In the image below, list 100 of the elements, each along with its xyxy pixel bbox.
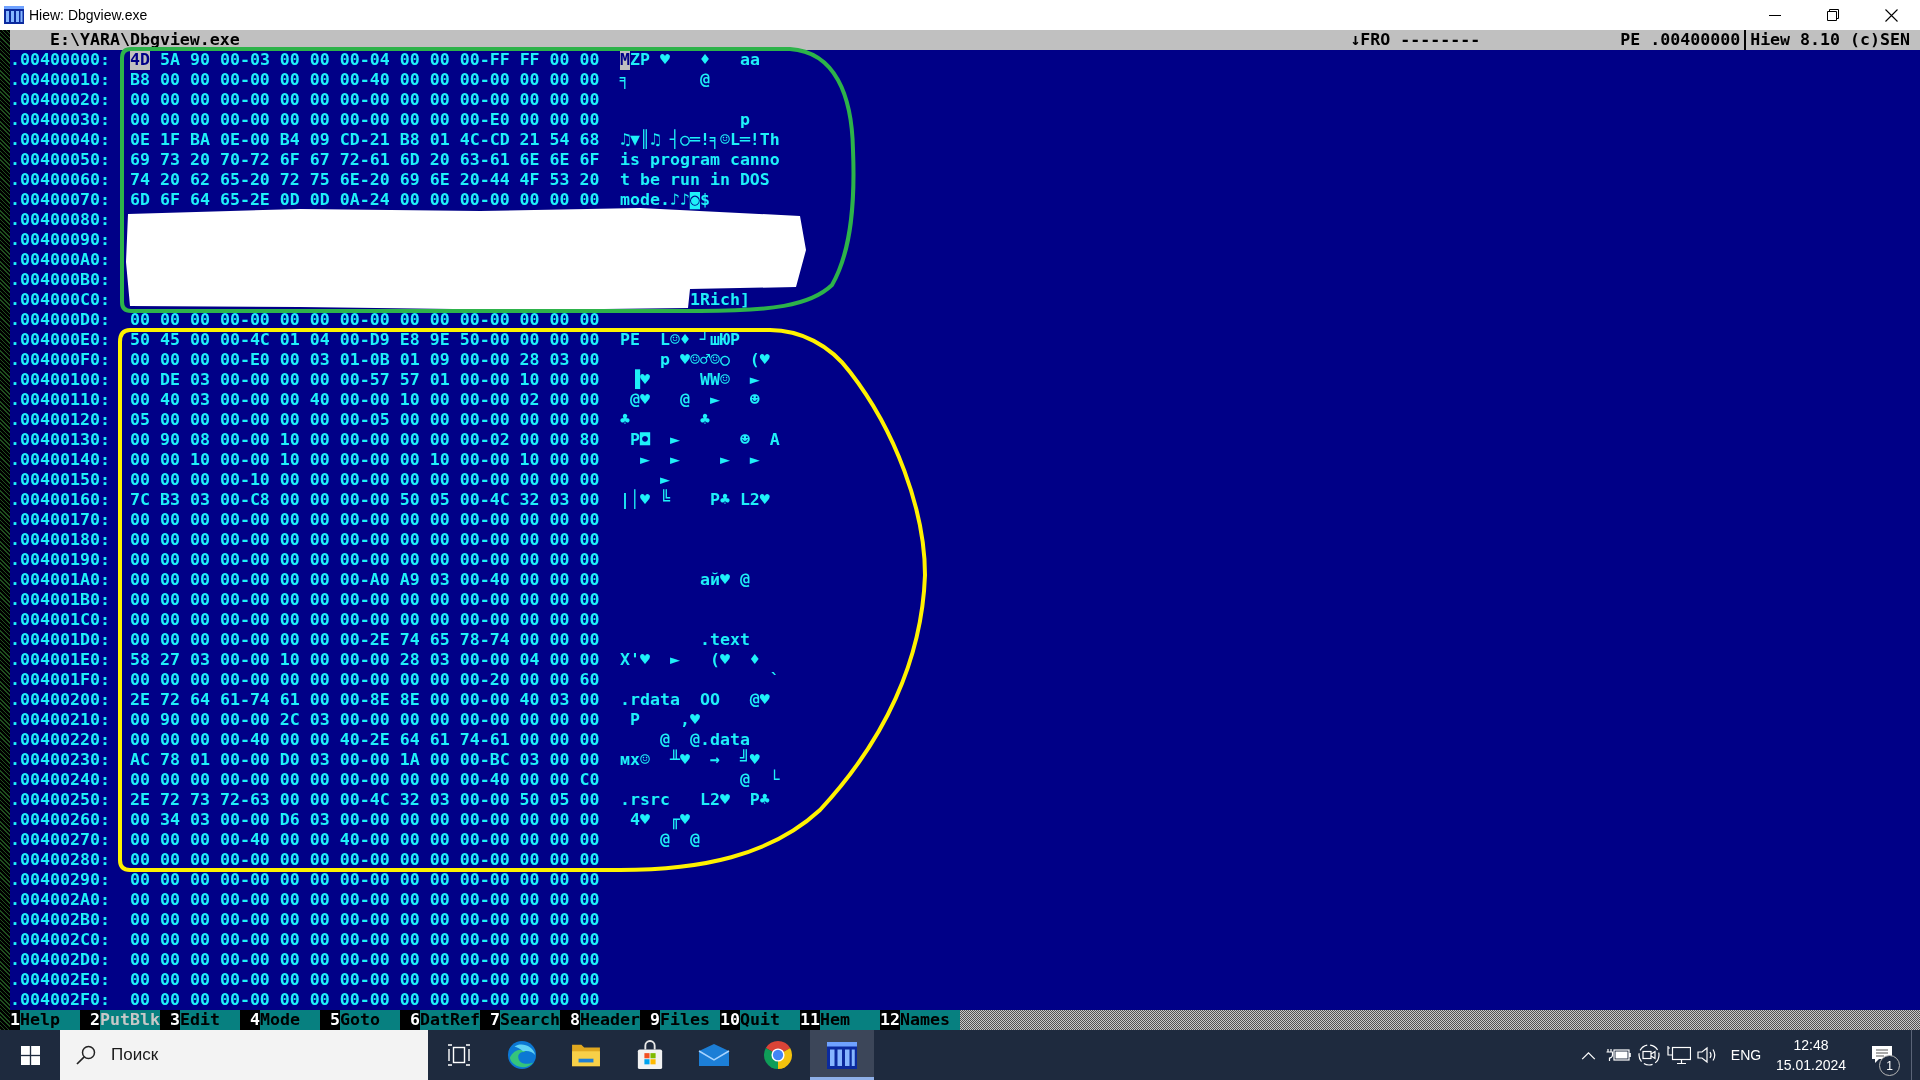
key-number: 12 <box>880 1010 900 1030</box>
ascii-text: X'♥ ► (♥ ♦ <box>620 650 760 670</box>
window-title: Hiew: Dbgview.exe <box>29 5 148 25</box>
ascii-text: ` <box>768 670 780 690</box>
hex-bytes: 5A 90 00-03 00 00 00-04 00 00 00-FF FF 00 00 <box>160 50 600 70</box>
notification-count: 1 <box>1879 1055 1900 1076</box>
key-number: 3 <box>169 1010 180 1030</box>
function-key[interactable]: Edit <box>180 1010 240 1030</box>
search-icon <box>76 1045 96 1065</box>
ascii-text: ► ► ► ► <box>638 450 760 470</box>
function-key[interactable]: Quit <box>740 1010 800 1030</box>
function-key[interactable]: Header <box>580 1010 640 1030</box>
address-label: .00400080: <box>10 210 111 230</box>
network-monitor-icon[interactable] <box>1666 1045 1691 1065</box>
address-label: .00400010: <box>10 70 111 90</box>
address-label: .00400180: <box>10 530 111 550</box>
address-label: .004002A0: <box>10 890 111 910</box>
address-label: .00400200: <box>10 690 111 710</box>
hex-bytes: 00 00 00 00-00 00 00 00-00 00 00 00-00 00 00 00 <box>130 610 600 630</box>
battery-plug-icon[interactable] <box>1605 1048 1631 1062</box>
function-key[interactable]: Mode <box>260 1010 320 1030</box>
key-number: 7 <box>489 1010 500 1030</box>
hex-bytes: 74 20 62 65-20 72 75 6E-20 69 6E 20-44 4F 53 20 <box>130 170 600 190</box>
hex-bytes: 2E 72 64 61-74 61 00 00-8E 8E 00 00-00 40 03 00 <box>130 690 600 710</box>
address-label: .00400260: <box>10 810 111 830</box>
hex-bytes: 7C B3 03 00-C8 00 00 00-00 50 05 00-4C 32 03 00 <box>130 490 600 510</box>
hex-bytes: 00 00 00 00-00 00 00 00-00 00 00 00-00 00 00 00 <box>130 970 600 990</box>
address-label: .004001F0: <box>10 670 111 690</box>
ascii-text: ▐♥ WW☺ ► <box>629 370 760 390</box>
hex-bytes: 00 40 03 00-00 00 40 00-00 10 00 00-00 02 00 00 <box>130 390 600 410</box>
address-label: .004002C0: <box>10 930 111 950</box>
address-label: .004002E0: <box>10 970 111 990</box>
key-number: 2 <box>89 1010 100 1030</box>
key-number: 5 <box>329 1010 340 1030</box>
hex-bytes: 00 00 00 00-00 00 00 00-00 00 00 00-00 00 00 00 <box>130 890 600 910</box>
ascii-text: 4♥ ╓♥ <box>629 810 690 830</box>
address-label: .004002B0: <box>10 910 111 930</box>
hex-bytes: 00 00 00 00-00 00 00 00-00 00 00 00-00 00 00 00 <box>130 510 600 530</box>
restore-icon <box>1827 9 1839 21</box>
ascii-text: p ♥☺♂☺○ (♥ <box>658 350 770 370</box>
taskbar-app-button[interactable] <box>810 1030 874 1080</box>
function-key[interactable]: Names <box>900 1010 960 1030</box>
clock-button[interactable]: 12:48 15.01.2024 <box>1769 1030 1853 1080</box>
stacked-frames-icon <box>447 1044 471 1066</box>
hex-bytes: 00 00 00 00-E0 00 03 01-0B 01 09 00-00 28 03 00 <box>130 350 600 370</box>
swirl-icon <box>507 1040 537 1070</box>
function-key[interactable]: Help <box>20 1010 80 1030</box>
segmented-circle-icon <box>763 1040 793 1070</box>
function-key[interactable]: Search <box>500 1010 560 1030</box>
language-indicator[interactable]: ENG <box>1730 1044 1762 1066</box>
chevron-up-icon[interactable] <box>1580 1050 1596 1060</box>
address-label: .00400210: <box>10 710 111 730</box>
cursor-char: M <box>620 50 630 70</box>
address-label: .00400090: <box>10 230 111 250</box>
ascii-text: p <box>738 110 750 129</box>
key-number: 11 <box>800 1010 820 1030</box>
address-label: .00400230: <box>10 750 111 770</box>
hex-bytes: 00 00 00 00-00 00 00 00-00 00 00 00-00 00 00 00 <box>130 930 600 950</box>
address-label: .00400190: <box>10 550 111 570</box>
folder-icon <box>571 1042 601 1068</box>
hex-bytes: 00 34 03 00-00 D6 03 00-00 00 00 00-00 00 00 00 <box>130 810 600 830</box>
address-label: .004000B0: <box>10 270 111 290</box>
mode-indicator: ↓FRO -------- <box>1350 30 1481 50</box>
ascii-text: 1Rich] <box>688 290 750 310</box>
hex-bytes: 00 00 00 00-00 00 00 00-00 00 00 00-00 00 00 00 <box>130 950 600 970</box>
function-key[interactable]: DatRef <box>420 1010 480 1030</box>
function-key[interactable]: Goto <box>340 1010 400 1030</box>
address-label: .00400270: <box>10 830 111 850</box>
address-label: .00400030: <box>10 110 111 130</box>
ascii-text: .text <box>698 630 750 650</box>
address-label: .00400250: <box>10 790 111 810</box>
version-label: Hiew 8.10 (c)SEN <box>1750 30 1910 50</box>
hex-bytes: 58 27 03 00-00 10 00 00-00 28 03 00-00 04 00 00 <box>130 650 600 670</box>
address-label: .004001D0: <box>10 630 111 650</box>
hex-bytes: 69 73 20 70-72 6F 67 72-61 6D 20 63-61 6E 6E 6F <box>130 150 600 170</box>
function-key[interactable]: Files <box>660 1010 720 1030</box>
function-key[interactable]: Hem <box>820 1010 880 1030</box>
hex-bytes: 00 90 08 00-00 10 00 00-00 00 00 00-02 00 00 80 <box>130 430 600 450</box>
hex-bytes: B8 00 00 00-00 00 00 00-40 00 00 00-00 00 00 00 <box>130 70 600 90</box>
notification-button[interactable]: 1 <box>1853 1030 1911 1080</box>
address-label: .00400140: <box>10 450 111 470</box>
hex-bytes: 00 00 00 00-00 00 00 00-00 00 00 00-00 00 00 00 <box>130 910 600 930</box>
video-camera-icon[interactable] <box>1637 1044 1660 1066</box>
key-number: 9 <box>649 1010 660 1030</box>
format-address: PE .00400000 <box>1620 30 1741 50</box>
ascii-text: PE L☺♦ ┘шЮP <box>620 330 740 350</box>
address-label: .004000C0: <box>10 290 111 310</box>
hex-bytes: 00 00 00 00-00 00 00 00-00 00 00 00-00 00 00 00 <box>130 990 600 1010</box>
hex-bytes: 00 00 00 00-00 00 00 00-00 00 00 00-20 00 00 60 <box>130 670 600 690</box>
ascii-text: P◘ ► ☻ A <box>629 430 780 450</box>
address-label: .00400100: <box>10 370 111 390</box>
cursor-byte: 4D <box>130 50 150 70</box>
hex-bytes: 00 00 00 00-00 00 00 00-00 00 00 00-00 00 00 00 <box>130 530 600 550</box>
envelope-icon <box>698 1043 730 1067</box>
address-label: .004000A0: <box>10 250 111 270</box>
address-label: .004001C0: <box>10 610 111 630</box>
columns-window-icon <box>4 6 24 24</box>
address-label: .00400170: <box>10 510 111 530</box>
hex-bytes: 00 DE 03 00-00 00 00 00-57 57 01 00-00 10 00 00 <box>130 370 600 390</box>
search-field[interactable]: Поиск <box>60 1030 428 1080</box>
